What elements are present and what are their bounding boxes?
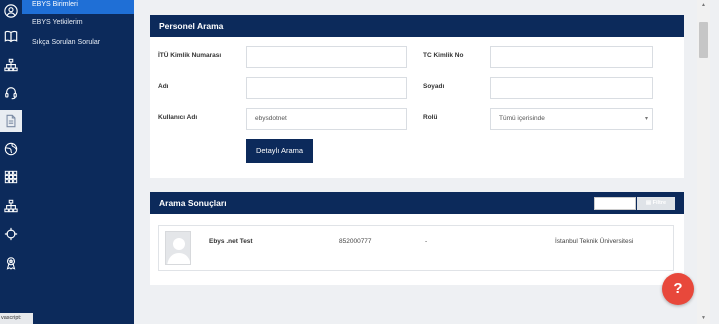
- tc-label: TC Kimlik No: [423, 52, 464, 59]
- chevron-down-icon: ▾: [644, 116, 648, 122]
- filter-button-label: Filtre: [652, 200, 667, 206]
- panel-title: Arama Sonuçları ▤ Filtre: [150, 192, 684, 214]
- book-icon[interactable]: [0, 25, 22, 47]
- username-input[interactable]: ebysdotnet: [246, 108, 407, 130]
- table-row[interactable]: Ebys .net Test 852000777 - İstanbul Tekn…: [158, 225, 674, 271]
- username-label: Kullanıcı Adı: [158, 114, 198, 121]
- result-name: Ebys .net Test: [209, 238, 253, 245]
- result-dash: -: [425, 238, 428, 245]
- filter-icon: ▤: [645, 200, 652, 206]
- globe-icon[interactable]: [0, 138, 22, 160]
- panel-title: Personel Arama: [150, 15, 684, 37]
- detailed-search-button[interactable]: Detaylı Arama: [246, 139, 313, 163]
- role-select-value: Tümü içerisinde: [499, 115, 545, 122]
- name-input[interactable]: [246, 77, 407, 99]
- result-number: 852000777: [339, 238, 372, 245]
- grid-icon[interactable]: [0, 166, 22, 188]
- scroll-down-icon[interactable]: ▼: [697, 313, 710, 323]
- sidebar-item-ebys-birimleri[interactable]: EBYS Birimleri: [22, 0, 134, 14]
- itu-id-input[interactable]: [246, 46, 407, 68]
- crosshair-icon[interactable]: [0, 223, 22, 245]
- filter-button[interactable]: ▤ Filtre: [637, 197, 675, 210]
- results-title: Arama Sonuçları: [159, 198, 227, 208]
- surname-input[interactable]: [490, 77, 653, 99]
- surname-label: Soyadı: [423, 83, 445, 90]
- status-bar-hint: vascript:: [0, 313, 33, 324]
- headset-icon[interactable]: [0, 82, 22, 104]
- award-icon[interactable]: [0, 252, 22, 274]
- avatar: [165, 231, 191, 265]
- help-button[interactable]: ?: [662, 273, 694, 305]
- document-icon[interactable]: [0, 110, 22, 132]
- scroll-up-icon[interactable]: ▲: [697, 0, 710, 10]
- result-institution: İstanbul Teknik Üniversitesi: [555, 238, 634, 245]
- name-label: Adı: [158, 83, 169, 90]
- personnel-search-panel: Personel Arama İTÜ Kimlik Numarası TC Ki…: [150, 15, 684, 178]
- org-chart-icon[interactable]: [0, 54, 22, 76]
- sidebar-item-faq[interactable]: Sıkça Sorulan Sorular: [22, 35, 134, 51]
- itu-id-label: İTÜ Kimlik Numarası: [158, 52, 222, 59]
- results-search-input[interactable]: [594, 197, 636, 210]
- vertical-scrollbar[interactable]: ▲ ▼: [697, 0, 710, 324]
- role-label: Rolü: [423, 114, 438, 121]
- hierarchy-icon[interactable]: [0, 195, 22, 217]
- user-icon[interactable]: [0, 0, 22, 22]
- sidebar-item-ebys-yetkilerim[interactable]: EBYS Yetkilerim: [22, 15, 134, 31]
- tc-input[interactable]: [490, 46, 653, 68]
- scrollbar-thumb[interactable]: [699, 22, 708, 58]
- search-results-panel: Arama Sonuçları ▤ Filtre Ebys .net Test …: [150, 192, 684, 285]
- side-menu: EBYS Birimleri EBYS Yetkilerim Sıkça Sor…: [22, 0, 134, 324]
- role-select[interactable]: Tümü içerisinde ▾: [490, 108, 653, 130]
- icon-rail: [0, 0, 22, 324]
